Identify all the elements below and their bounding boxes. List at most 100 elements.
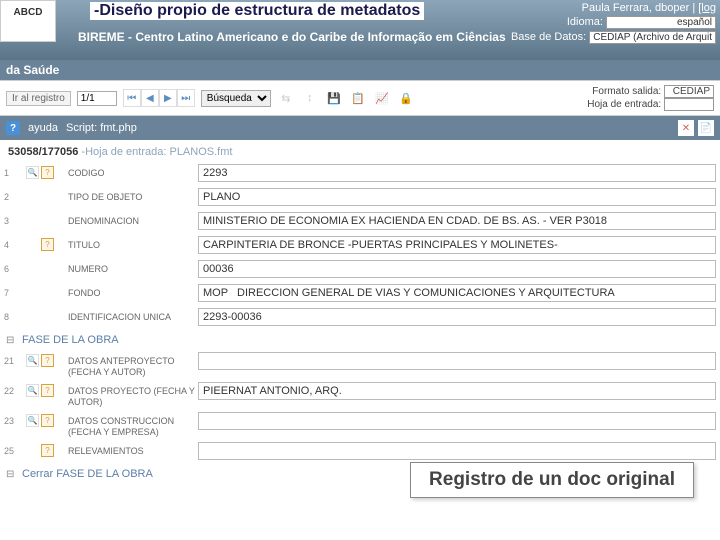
field-row: 8 IDENTIFICACION UNICA bbox=[4, 306, 716, 330]
tool-close-icon[interactable]: ✕ bbox=[678, 120, 694, 136]
toolbar: Ir al registro ⏮ ◀ ▶ ⏭ Búsqueda ⇆ ↕ 💾 📋 … bbox=[0, 80, 720, 116]
field-input[interactable] bbox=[198, 382, 716, 400]
idioma-value[interactable]: español bbox=[606, 16, 716, 29]
field-icons bbox=[26, 188, 68, 203]
magnify-icon[interactable]: 🔍 bbox=[26, 384, 39, 397]
collapse-close-icon[interactable]: ⊟ bbox=[4, 469, 22, 480]
field-row: 23🔍?DATOS CONSTRUCCION (FECHA Y EMPRESA) bbox=[4, 410, 716, 440]
help-icon[interactable]: ? bbox=[6, 121, 20, 135]
help-field-icon[interactable]: ? bbox=[41, 414, 54, 427]
fmt-label: Formato salida: bbox=[592, 86, 661, 97]
field-input[interactable] bbox=[198, 308, 716, 326]
field-row: 6NUMERO bbox=[4, 258, 716, 282]
field-input[interactable] bbox=[198, 412, 716, 430]
help-field-icon[interactable]: ? bbox=[41, 444, 54, 457]
field-input[interactable] bbox=[198, 164, 716, 182]
save-icon[interactable]: 💾 bbox=[325, 89, 343, 107]
section-fase-obra[interactable]: ⊟ FASE DE LA OBRA bbox=[4, 330, 716, 350]
field-num: 25 bbox=[4, 442, 26, 456]
record-hoja: -Hoja de entrada: PLANOS.fmt bbox=[81, 146, 232, 158]
field-row: 1🔍?CODIGO bbox=[4, 162, 716, 186]
fmt-value[interactable]: CEDIAP bbox=[664, 85, 714, 98]
lock-icon[interactable]: 🔒 bbox=[397, 89, 415, 107]
hoja-value[interactable] bbox=[664, 98, 714, 111]
field-icons: 🔍? bbox=[26, 164, 68, 179]
field-label: DATOS ANTEPROYECTO (FECHA Y AUTOR) bbox=[68, 352, 198, 378]
swap-icon[interactable]: ⇆ bbox=[277, 89, 295, 107]
idioma-label: Idioma: bbox=[567, 16, 603, 28]
copy-icon[interactable]: 📋 bbox=[349, 89, 367, 107]
field-row: 21🔍?DATOS ANTEPROYECTO (FECHA Y AUTOR) bbox=[4, 350, 716, 380]
logo-abcd: ABCD bbox=[0, 0, 56, 42]
field-row: 25?RELEVAMIENTOS bbox=[4, 440, 716, 464]
field-num: 8 bbox=[4, 308, 26, 322]
toolbar-right: Formato salida: CEDIAP Hoja de entrada: bbox=[587, 85, 714, 111]
magnify-icon[interactable]: 🔍 bbox=[26, 414, 39, 427]
search-select[interactable]: Búsqueda bbox=[201, 90, 271, 107]
field-num: 21 bbox=[4, 352, 26, 366]
field-input[interactable] bbox=[198, 212, 716, 230]
field-num: 3 bbox=[4, 212, 26, 226]
field-icons bbox=[26, 260, 68, 275]
help-field-icon[interactable]: ? bbox=[41, 166, 54, 179]
magnify-icon[interactable]: 🔍 bbox=[26, 354, 39, 367]
db-value[interactable]: CEDIAP (Archivo de Arquit bbox=[589, 31, 716, 44]
field-icons: ? bbox=[26, 442, 68, 457]
field-label: DENOMINACION bbox=[68, 212, 198, 227]
field-input[interactable] bbox=[198, 442, 716, 460]
goto-record-button[interactable]: Ir al registro bbox=[6, 91, 71, 106]
field-label: TIPO DE OBJETO bbox=[68, 188, 198, 203]
magnify-icon[interactable]: 🔍 bbox=[26, 166, 39, 179]
field-icons: ? bbox=[26, 236, 68, 251]
saude-bar: da Saúde bbox=[0, 60, 720, 80]
field-icons: 🔍? bbox=[26, 412, 68, 427]
field-icons bbox=[26, 212, 68, 227]
caption-annotation: Registro de un doc original bbox=[410, 462, 694, 498]
field-num: 4 bbox=[4, 236, 26, 250]
bireme-subtitle: BIREME - Centro Latino Americano e do Ca… bbox=[78, 30, 506, 44]
field-num: 22 bbox=[4, 382, 26, 396]
nav-buttons: ⏮ ◀ ▶ ⏭ bbox=[123, 89, 195, 107]
db-label: Base de Datos: bbox=[511, 31, 586, 43]
nav-next-icon[interactable]: ▶ bbox=[159, 89, 177, 107]
script-bar: ? ayuda Script: fmt.php ✕ 📄 bbox=[0, 116, 720, 140]
field-input[interactable] bbox=[198, 352, 716, 370]
help-field-icon[interactable]: ? bbox=[41, 384, 54, 397]
field-label: CODIGO bbox=[68, 164, 198, 179]
field-num: 6 bbox=[4, 260, 26, 274]
logout-link[interactable]: [log bbox=[698, 2, 716, 14]
field-label: FONDO bbox=[68, 284, 198, 299]
help-field-icon[interactable]: ? bbox=[41, 238, 54, 251]
field-input[interactable] bbox=[198, 260, 716, 278]
pager-input[interactable] bbox=[77, 91, 117, 106]
field-row: 7FONDO bbox=[4, 282, 716, 306]
section-title: FASE DE LA OBRA bbox=[22, 334, 119, 346]
fields-area: 1🔍?CODIGO2TIPO DE OBJETO3DENOMINACION4?T… bbox=[0, 160, 720, 486]
slide-title: -Diseño propio de estructura de metadato… bbox=[90, 2, 424, 20]
field-row: 4? TITULO bbox=[4, 234, 716, 258]
nav-first-icon[interactable]: ⏮ bbox=[123, 89, 141, 107]
section-close-title: Cerrar FASE DE LA OBRA bbox=[22, 468, 153, 480]
field-icons bbox=[26, 308, 68, 323]
help-label[interactable]: ayuda bbox=[28, 122, 58, 134]
collapse-icon[interactable]: ⊟ bbox=[4, 335, 22, 346]
field-label: IDENTIFICACION UNICA bbox=[68, 308, 198, 323]
keys-icon[interactable]: ↕ bbox=[301, 89, 319, 107]
field-row: 2TIPO DE OBJETO bbox=[4, 186, 716, 210]
nav-prev-icon[interactable]: ◀ bbox=[141, 89, 159, 107]
field-icons: 🔍? bbox=[26, 352, 68, 367]
field-input[interactable] bbox=[198, 236, 716, 254]
field-input[interactable] bbox=[198, 284, 716, 302]
chart-icon[interactable]: 📈 bbox=[373, 89, 391, 107]
help-field-icon[interactable]: ? bbox=[41, 354, 54, 367]
nav-last-icon[interactable]: ⏭ bbox=[177, 89, 195, 107]
field-num: 1 bbox=[4, 164, 26, 178]
user-name: Paula Ferrara, dboper | bbox=[582, 2, 699, 14]
app-header: ABCD -Diseño propio de estructura de met… bbox=[0, 0, 720, 60]
field-label: TITULO bbox=[68, 236, 198, 251]
field-row: 3 DENOMINACION bbox=[4, 210, 716, 234]
field-icons: 🔍? bbox=[26, 382, 68, 397]
field-input[interactable] bbox=[198, 188, 716, 206]
hoja-label: Hoja de entrada: bbox=[587, 99, 661, 110]
tool-doc-icon[interactable]: 📄 bbox=[698, 120, 714, 136]
